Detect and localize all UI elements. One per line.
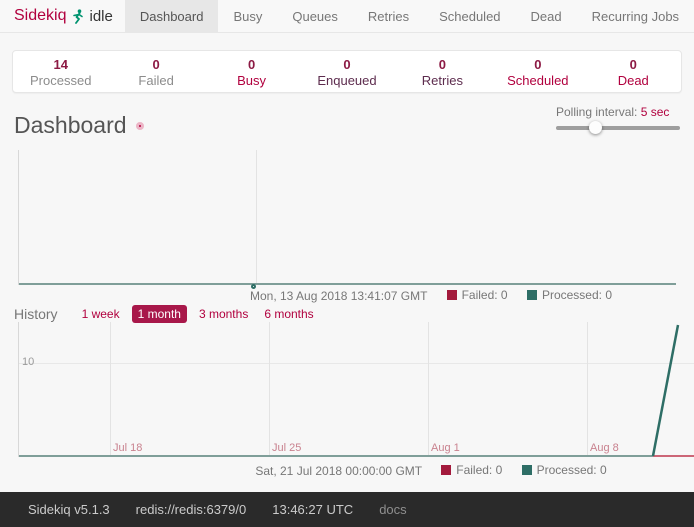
stat-enqueued-label[interactable]: Enqueued	[317, 73, 376, 88]
history-range-1-week[interactable]: 1 week	[78, 305, 124, 323]
footer-version: Sidekiq v5.1.3	[28, 502, 110, 517]
stat-retries-value: 0	[395, 57, 490, 73]
realtime-timestamp: Mon, 13 Aug 2018 13:41:07 GMT	[250, 289, 427, 303]
realtime-series-line	[19, 283, 676, 285]
stat-retries-label[interactable]: Retries	[422, 73, 463, 88]
stat-busy-value: 0	[204, 57, 299, 73]
stat-failed-label: Failed	[138, 73, 173, 88]
history-range-6-months[interactable]: 6 months	[260, 305, 317, 323]
footer: Sidekiq v5.1.3 redis://redis:6379/0 13:4…	[0, 492, 694, 527]
page-title-text: Dashboard	[14, 112, 127, 139]
stat-enqueued[interactable]: 0 Enqueued	[299, 55, 394, 89]
history-title: History	[14, 306, 58, 322]
processed-swatch-icon	[522, 465, 532, 475]
sidekiq-runner-icon	[71, 9, 84, 24]
history-legend-processed-label: Processed: 0	[537, 463, 607, 477]
history-legend-failed: Failed: 0	[441, 463, 502, 477]
nav-item-queues[interactable]: Queues	[277, 0, 353, 32]
history-chart: 10 Jul 18 Jul 25 Aug 1 Aug 8	[18, 322, 694, 457]
realtime-gridline	[256, 150, 257, 285]
page-title: Dashboard	[14, 112, 144, 139]
nav-item-dashboard[interactable]: Dashboard	[125, 0, 219, 32]
nav-item-recurring-jobs[interactable]: Recurring Jobs	[577, 0, 694, 32]
realtime-legend-processed: Processed: 0	[527, 288, 612, 302]
stat-failed: 0 Failed	[108, 55, 203, 89]
stat-scheduled-label[interactable]: Scheduled	[507, 73, 568, 88]
polling-value-link[interactable]: 5 sec	[641, 105, 670, 119]
stats-bar: 14 Processed 0 Failed 0 Busy 0 Enqueued …	[12, 50, 682, 93]
stat-processed-label: Processed	[30, 73, 91, 88]
stat-dead[interactable]: 0 Dead	[586, 55, 681, 89]
nav-item-dead[interactable]: Dead	[516, 0, 577, 32]
nav-item-retries[interactable]: Retries	[353, 0, 424, 32]
footer-redis-url: redis://redis:6379/0	[136, 502, 247, 517]
history-range-1-month[interactable]: 1 month	[132, 305, 187, 323]
stat-dead-label[interactable]: Dead	[618, 73, 649, 88]
history-legend-processed: Processed: 0	[522, 463, 607, 477]
history-processed-rise-line	[19, 322, 694, 457]
realtime-chart	[18, 150, 676, 285]
history-caption-row: Sat, 21 Jul 2018 00:00:00 GMT Failed: 0 …	[0, 463, 694, 478]
stat-enqueued-value: 0	[299, 57, 394, 73]
realtime-legend-processed-label: Processed: 0	[542, 288, 612, 302]
processed-swatch-icon	[527, 290, 537, 300]
nav-item-scheduled[interactable]: Scheduled	[424, 0, 515, 32]
failed-swatch-icon	[441, 465, 451, 475]
polling-label: Polling interval:	[556, 105, 637, 119]
failed-swatch-icon	[447, 290, 457, 300]
footer-docs-link[interactable]: docs	[379, 502, 406, 517]
live-beacon-icon	[136, 122, 144, 130]
history-timestamp: Sat, 21 Jul 2018 00:00:00 GMT	[255, 464, 422, 478]
history-header: History 1 week 1 month 3 months 6 months	[14, 305, 318, 323]
polling-slider[interactable]	[556, 126, 680, 130]
stat-failed-value: 0	[108, 57, 203, 73]
nav-item-busy[interactable]: Busy	[218, 0, 277, 32]
navbar: Sidekiq idle Dashboard Busy Queues Retri…	[0, 0, 694, 33]
history-range-3-months[interactable]: 3 months	[195, 305, 252, 323]
stat-processed: 14 Processed	[13, 55, 108, 89]
realtime-caption-row: Mon, 13 Aug 2018 13:41:07 GMT Failed: 0 …	[0, 288, 694, 303]
stat-busy[interactable]: 0 Busy	[204, 55, 299, 89]
stat-dead-value: 0	[586, 57, 681, 73]
brand-name: Sidekiq	[14, 7, 66, 25]
process-status: idle	[89, 8, 112, 25]
stat-scheduled-value: 0	[490, 57, 585, 73]
polling-interval: Polling interval: 5 sec	[556, 105, 680, 130]
realtime-legend-failed: Failed: 0	[447, 288, 508, 302]
stat-scheduled[interactable]: 0 Scheduled	[490, 55, 585, 89]
footer-server-time: 13:46:27 UTC	[272, 502, 353, 517]
stat-processed-value: 14	[13, 57, 108, 73]
history-legend-failed-label: Failed: 0	[456, 463, 502, 477]
brand-link[interactable]: Sidekiq idle	[0, 0, 125, 32]
polling-slider-thumb[interactable]	[589, 121, 602, 134]
realtime-legend-failed-label: Failed: 0	[462, 288, 508, 302]
stat-busy-label[interactable]: Busy	[237, 73, 266, 88]
stat-retries[interactable]: 0 Retries	[395, 55, 490, 89]
